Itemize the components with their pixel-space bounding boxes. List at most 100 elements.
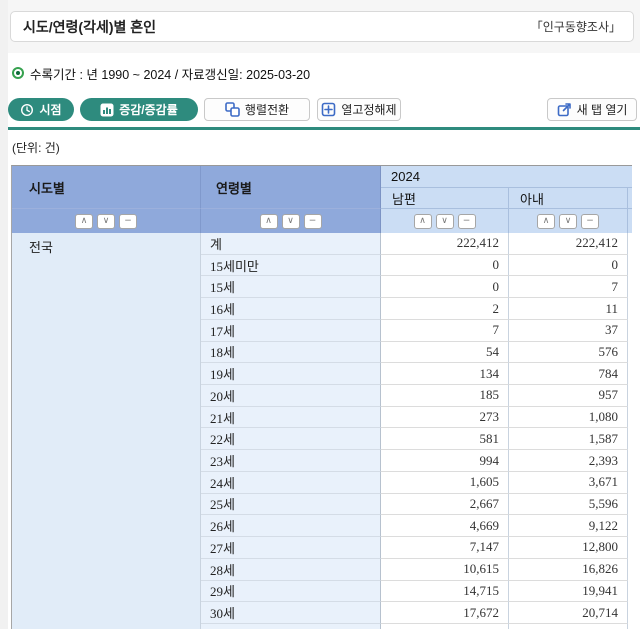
- table-row: 26세 4,669 9,122: [201, 515, 632, 537]
- wife-value-cell: 9,122: [509, 515, 628, 537]
- husband-value-cell: [381, 624, 509, 629]
- table-row: 28세 10,615 16,826: [201, 559, 632, 581]
- toolbar: 시점 증감/증감률 행렬전환 열고정해제 새 탭 열기: [0, 98, 640, 122]
- age-cell: 25세: [201, 494, 381, 516]
- table-row: [201, 624, 632, 629]
- husband-value-cell: 4,669: [381, 515, 509, 537]
- new-tab-icon: [557, 102, 572, 117]
- wife-value-cell: 16,826: [509, 559, 628, 581]
- wife-value-cell: 0: [509, 255, 628, 277]
- time-point-button[interactable]: 시점: [8, 98, 74, 121]
- page-title: 시도/연령(각세)별 혼인: [23, 17, 156, 37]
- unfreeze-columns-button[interactable]: 열고정해제: [317, 98, 401, 121]
- age-cell: 27세: [201, 537, 381, 559]
- husband-value-cell: 273: [381, 407, 509, 429]
- bar-chart-icon: [100, 103, 114, 117]
- collapse-button[interactable]: −: [458, 214, 476, 229]
- open-new-tab-label: 새 탭 열기: [577, 101, 628, 118]
- age-cell: 23세: [201, 450, 381, 472]
- age-cell: 20세: [201, 385, 381, 407]
- sort-up-button[interactable]: ∧: [260, 214, 278, 229]
- age-cell: [201, 624, 381, 629]
- wife-value-cell: 37: [509, 320, 628, 342]
- table-row: 30세 17,672 20,714: [201, 602, 632, 624]
- page: 시도/연령(각세)별 혼인 「인구동향조사」 수록기간 : 년 1990 ~ 2…: [0, 0, 640, 629]
- accent-divider: [8, 127, 640, 130]
- sort-controls-region: ∧ ∨ −: [12, 209, 201, 233]
- table-row: 24세 1,605 3,671: [201, 472, 632, 494]
- sort-down-button[interactable]: ∨: [436, 214, 454, 229]
- collapse-button[interactable]: −: [119, 214, 137, 229]
- sort-up-button[interactable]: ∧: [75, 214, 93, 229]
- collapse-button[interactable]: −: [304, 214, 322, 229]
- age-cell: 29세: [201, 581, 381, 603]
- sort-up-button[interactable]: ∧: [537, 214, 555, 229]
- husband-value-cell: 54: [381, 342, 509, 364]
- sort-controls-wife: ∧ ∨ −: [509, 209, 628, 233]
- table-body: 계 222,412 222,412 15세미만 0 0 15세 0 7 16세 …: [201, 233, 632, 629]
- husband-value-cell: 185: [381, 385, 509, 407]
- age-cell: 18세: [201, 342, 381, 364]
- sort-down-button[interactable]: ∨: [559, 214, 577, 229]
- table-row: 15세미만 0 0: [201, 255, 632, 277]
- husband-value-cell: 1,605: [381, 472, 509, 494]
- wife-value-cell: 1,080: [509, 407, 628, 429]
- unfreeze-columns-label: 열고정해제: [341, 101, 396, 118]
- table-row: 15세 0 7: [201, 276, 632, 298]
- husband-value-cell: 581: [381, 428, 509, 450]
- table-row: 19세 134 784: [201, 363, 632, 385]
- age-cell: 22세: [201, 428, 381, 450]
- age-cell: 30세: [201, 602, 381, 624]
- wife-value-cell: 1,587: [509, 428, 628, 450]
- husband-value-cell: 134: [381, 363, 509, 385]
- husband-value-cell: 2: [381, 298, 509, 320]
- transpose-label: 행렬전환: [245, 101, 289, 118]
- wife-value-cell: 784: [509, 363, 628, 385]
- unfreeze-grid-icon: [321, 102, 336, 117]
- sort-row-extension: [628, 209, 632, 233]
- clock-icon: [20, 103, 34, 117]
- sort-down-button[interactable]: ∨: [282, 214, 300, 229]
- age-cell: 21세: [201, 407, 381, 429]
- wife-value-cell: 11: [509, 298, 628, 320]
- table-row: 16세 2 11: [201, 298, 632, 320]
- sort-down-button[interactable]: ∨: [97, 214, 115, 229]
- record-period-info: 수록기간 : 년 1990 ~ 2024 / 자료갱신일: 2025-03-20: [10, 64, 310, 82]
- left-gutter: [0, 0, 8, 629]
- wife-value-cell: 222,412: [509, 233, 628, 255]
- table-row: 22세 581 1,587: [201, 428, 632, 450]
- statistics-table: 시도별 연령별 2024 남편 아내 ∧ ∨ − ∧ ∨ − ∧ ∨ − ∧ ∨…: [11, 165, 632, 629]
- table-row: 20세 185 957: [201, 385, 632, 407]
- sort-up-button[interactable]: ∧: [414, 214, 432, 229]
- delta-rate-button[interactable]: 증감/증감률: [80, 98, 198, 121]
- husband-value-cell: 222,412: [381, 233, 509, 255]
- transpose-button[interactable]: 행렬전환: [204, 98, 310, 121]
- age-cell: 19세: [201, 363, 381, 385]
- record-period-icon: [14, 69, 22, 77]
- age-cell: 계: [201, 233, 381, 255]
- header-extension: [628, 188, 632, 209]
- survey-source-label: 「인구동향조사」: [531, 18, 621, 35]
- time-point-label: 시점: [39, 101, 61, 118]
- husband-value-cell: 17,672: [381, 602, 509, 624]
- husband-value-cell: 14,715: [381, 581, 509, 603]
- title-bar: 시도/연령(각세)별 혼인 「인구동향조사」: [10, 11, 634, 42]
- wife-value-cell: 12,800: [509, 537, 628, 559]
- wife-value-cell: 3,671: [509, 472, 628, 494]
- table-row: 29세 14,715 19,941: [201, 581, 632, 603]
- unit-label: (단위: 건): [12, 139, 60, 156]
- table-row: 23세 994 2,393: [201, 450, 632, 472]
- sort-controls-age: ∧ ∨ −: [201, 209, 381, 233]
- wife-value-cell: [509, 624, 628, 629]
- table-row: 27세 7,147 12,800: [201, 537, 632, 559]
- table-row: 17세 7 37: [201, 320, 632, 342]
- column-header-wife: 아내: [509, 188, 628, 209]
- open-new-tab-button[interactable]: 새 탭 열기: [547, 98, 637, 121]
- age-cell: 28세: [201, 559, 381, 581]
- collapse-button[interactable]: −: [581, 214, 599, 229]
- sort-controls-husband: ∧ ∨ −: [381, 209, 509, 233]
- delta-rate-label: 증감/증감률: [119, 101, 178, 118]
- age-cell: 16세: [201, 298, 381, 320]
- table-row: 계 222,412 222,412: [201, 233, 632, 255]
- table-row: 21세 273 1,080: [201, 407, 632, 429]
